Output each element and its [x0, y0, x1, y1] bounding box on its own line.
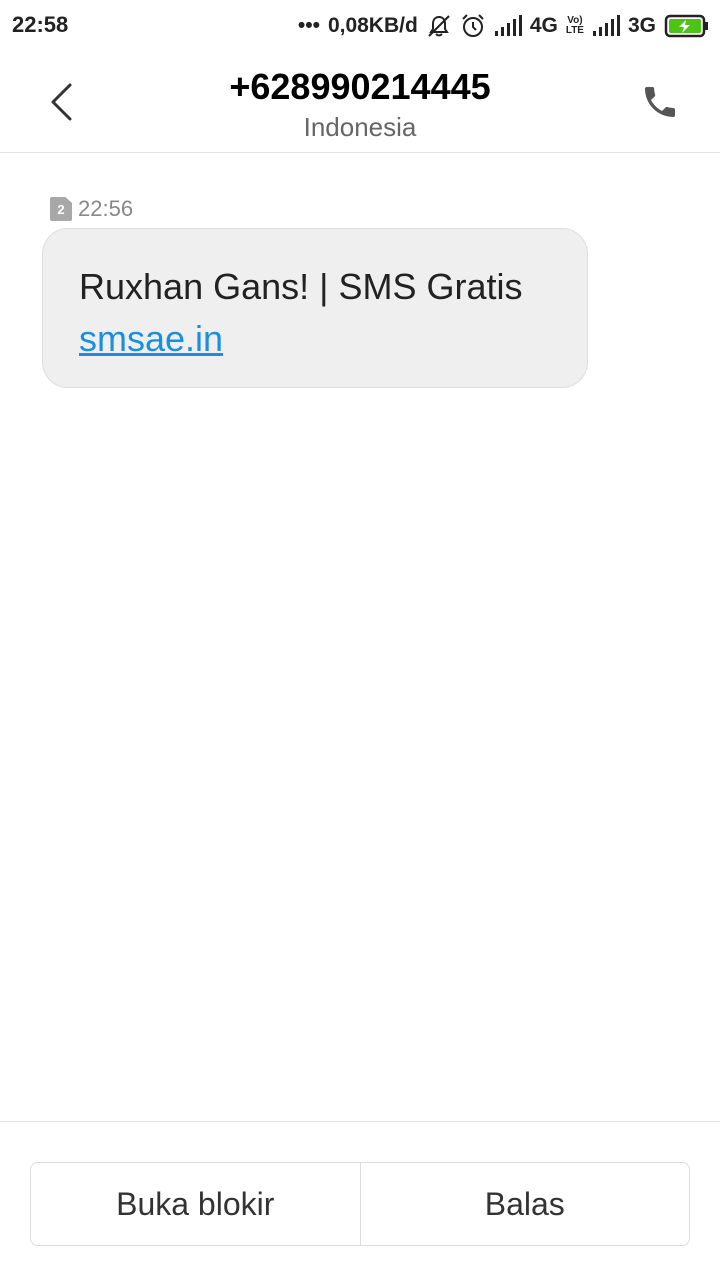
bottom-action-bar: Buka blokir Balas	[0, 1121, 720, 1280]
battery-charging-icon	[664, 14, 710, 38]
message-meta: 2 22:56	[50, 196, 133, 222]
phone-icon	[645, 87, 675, 117]
volte-bottom-label: LTE	[565, 25, 584, 36]
network-speed: 0,08KB/d	[327, 14, 418, 37]
message-text: Ruxhan Gans! | SMS Gratis	[79, 266, 523, 307]
sim2-network-type: 3G	[627, 14, 656, 37]
alarm-icon	[460, 13, 486, 39]
reply-button[interactable]: Balas	[359, 1163, 689, 1245]
message-bubble[interactable]: Ruxhan Gans! | SMS Gratis smsae.in	[42, 228, 588, 388]
message-time: 22:56	[78, 196, 134, 221]
more-dots: •••	[297, 14, 320, 37]
contact-number: +628990214445	[229, 66, 491, 107]
action-button-group: Buka blokir Balas	[30, 1162, 690, 1246]
volte-indicator: Vo) LTE	[566, 16, 584, 36]
status-time: 22:58	[12, 12, 69, 37]
conversation-header: +628990214445 Indonesia	[0, 52, 720, 153]
signal-icon	[592, 15, 620, 37]
sim1-network-type: 4G	[529, 14, 558, 37]
sim-slot-badge: 2	[50, 197, 72, 221]
status-indicators: ••• 0,08KB/d 4G Vo) LTE 3G	[298, 10, 710, 42]
status-bar: 22:58 ••• 0,08KB/d 4G Vo) LTE 3G	[0, 0, 720, 52]
contact-country: Indonesia	[303, 112, 417, 142]
unblock-button[interactable]: Buka blokir	[31, 1163, 360, 1245]
sms-thread-screen: 22:58 ••• 0,08KB/d 4G Vo) LTE 3G +628990…	[0, 0, 720, 1280]
notifications-off-icon	[426, 13, 452, 39]
call-button[interactable]	[632, 76, 688, 128]
message-link[interactable]: smsae.in	[79, 318, 223, 359]
signal-icon	[494, 15, 522, 37]
